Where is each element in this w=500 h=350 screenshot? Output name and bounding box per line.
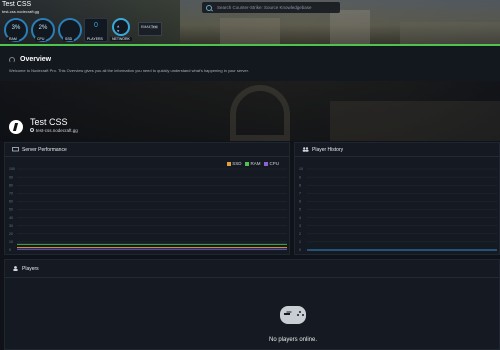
y-tick-label: 40 [9,216,13,220]
search-icon [206,4,212,11]
map-selector[interactable]: EMAIL Test [138,22,162,36]
server-performance-title: Server Performance [22,147,67,153]
player-history-title: Player History [312,147,344,153]
cpu-gauge-value: 2% [38,25,48,31]
ram-gauge-value: 3% [11,25,21,31]
overview-gauge-icon [9,57,15,63]
server-title: Test CSS [2,1,32,8]
game-logo-icon [9,120,23,134]
y-tick-label: 60 [9,200,13,204]
y-tick-label: 0 [299,248,301,252]
players-header: Players [5,260,499,278]
users-icon [302,147,309,152]
y-tick-label: 7 [299,192,301,196]
server-host: test-css.nodecraft.gg [2,9,40,14]
map-value: Test [150,25,159,29]
ram-gauge-label: RAM [7,37,19,41]
cpu-gauge-label: CPU [35,37,47,41]
y-tick-label: 3 [299,224,301,228]
server-performance-header: Server Performance [5,143,289,157]
y-tick-label: 30 [9,224,13,228]
monitor-icon [12,147,19,152]
overview-section: Overview Welcome to Nodecraft Pro. This … [0,46,500,81]
y-tick-label: 70 [9,192,13,196]
hero-server-host: test-css.nodecraft.gg [36,128,78,133]
y-tick-label: 2 [299,232,301,236]
network-gauge-label: NETWORK [110,37,132,41]
player-history-chart: 109876543210 [299,167,497,252]
y-tick-label: 9 [299,175,301,179]
user-icon [13,266,18,271]
no-players-message: No players online. [268,337,318,343]
players-counter-label: PLAYERS [85,37,105,41]
globe-icon [30,128,34,132]
overview-title: Overview [20,56,52,63]
hero-server-name: Test CSS [30,117,68,127]
y-tick-label: 50 [9,208,13,212]
y-tick-label: 6 [299,200,301,204]
server-performance-panel: Server Performance SSD RAM CPU 100 90 80 70… [4,142,290,255]
y-tick-label: 1 [299,240,301,244]
search-input[interactable]: Search Counter-Strike: Source Knowledgeb… [217,5,312,10]
y-tick-label: 5 [299,208,301,212]
search-bar[interactable]: Search Counter-Strike: Source Knowledgeb… [202,2,340,13]
ssd-gauge-label: SSD [63,37,75,41]
player-history-header: Player History [295,143,499,157]
y-tick-label: 10 [9,240,13,244]
overview-description: Welcome to Nodecraft Pro. This Overview … [9,68,249,73]
y-tick-label: 8 [299,183,301,187]
y-tick-label: 10 [299,167,303,171]
player-history-panel: Player History 10 9 8 7 6 5 4 3 2 1 0 [294,142,500,255]
players-title: Players [22,266,39,272]
y-tick-label: 0 [9,248,11,252]
players-count: 0 [94,22,98,29]
server-performance-chart: 1009080706050403020100 [9,167,287,252]
gamepad-icon [280,306,306,324]
y-tick-label: 4 [299,216,301,220]
y-tick-label: 20 [9,232,13,236]
network-gauge[interactable]: ▲ ▼ [112,18,130,36]
y-tick-label: 80 [9,183,13,187]
header-accent-line [0,44,500,46]
y-tick-label: 90 [9,175,13,179]
y-tick-label: 100 [9,167,15,171]
